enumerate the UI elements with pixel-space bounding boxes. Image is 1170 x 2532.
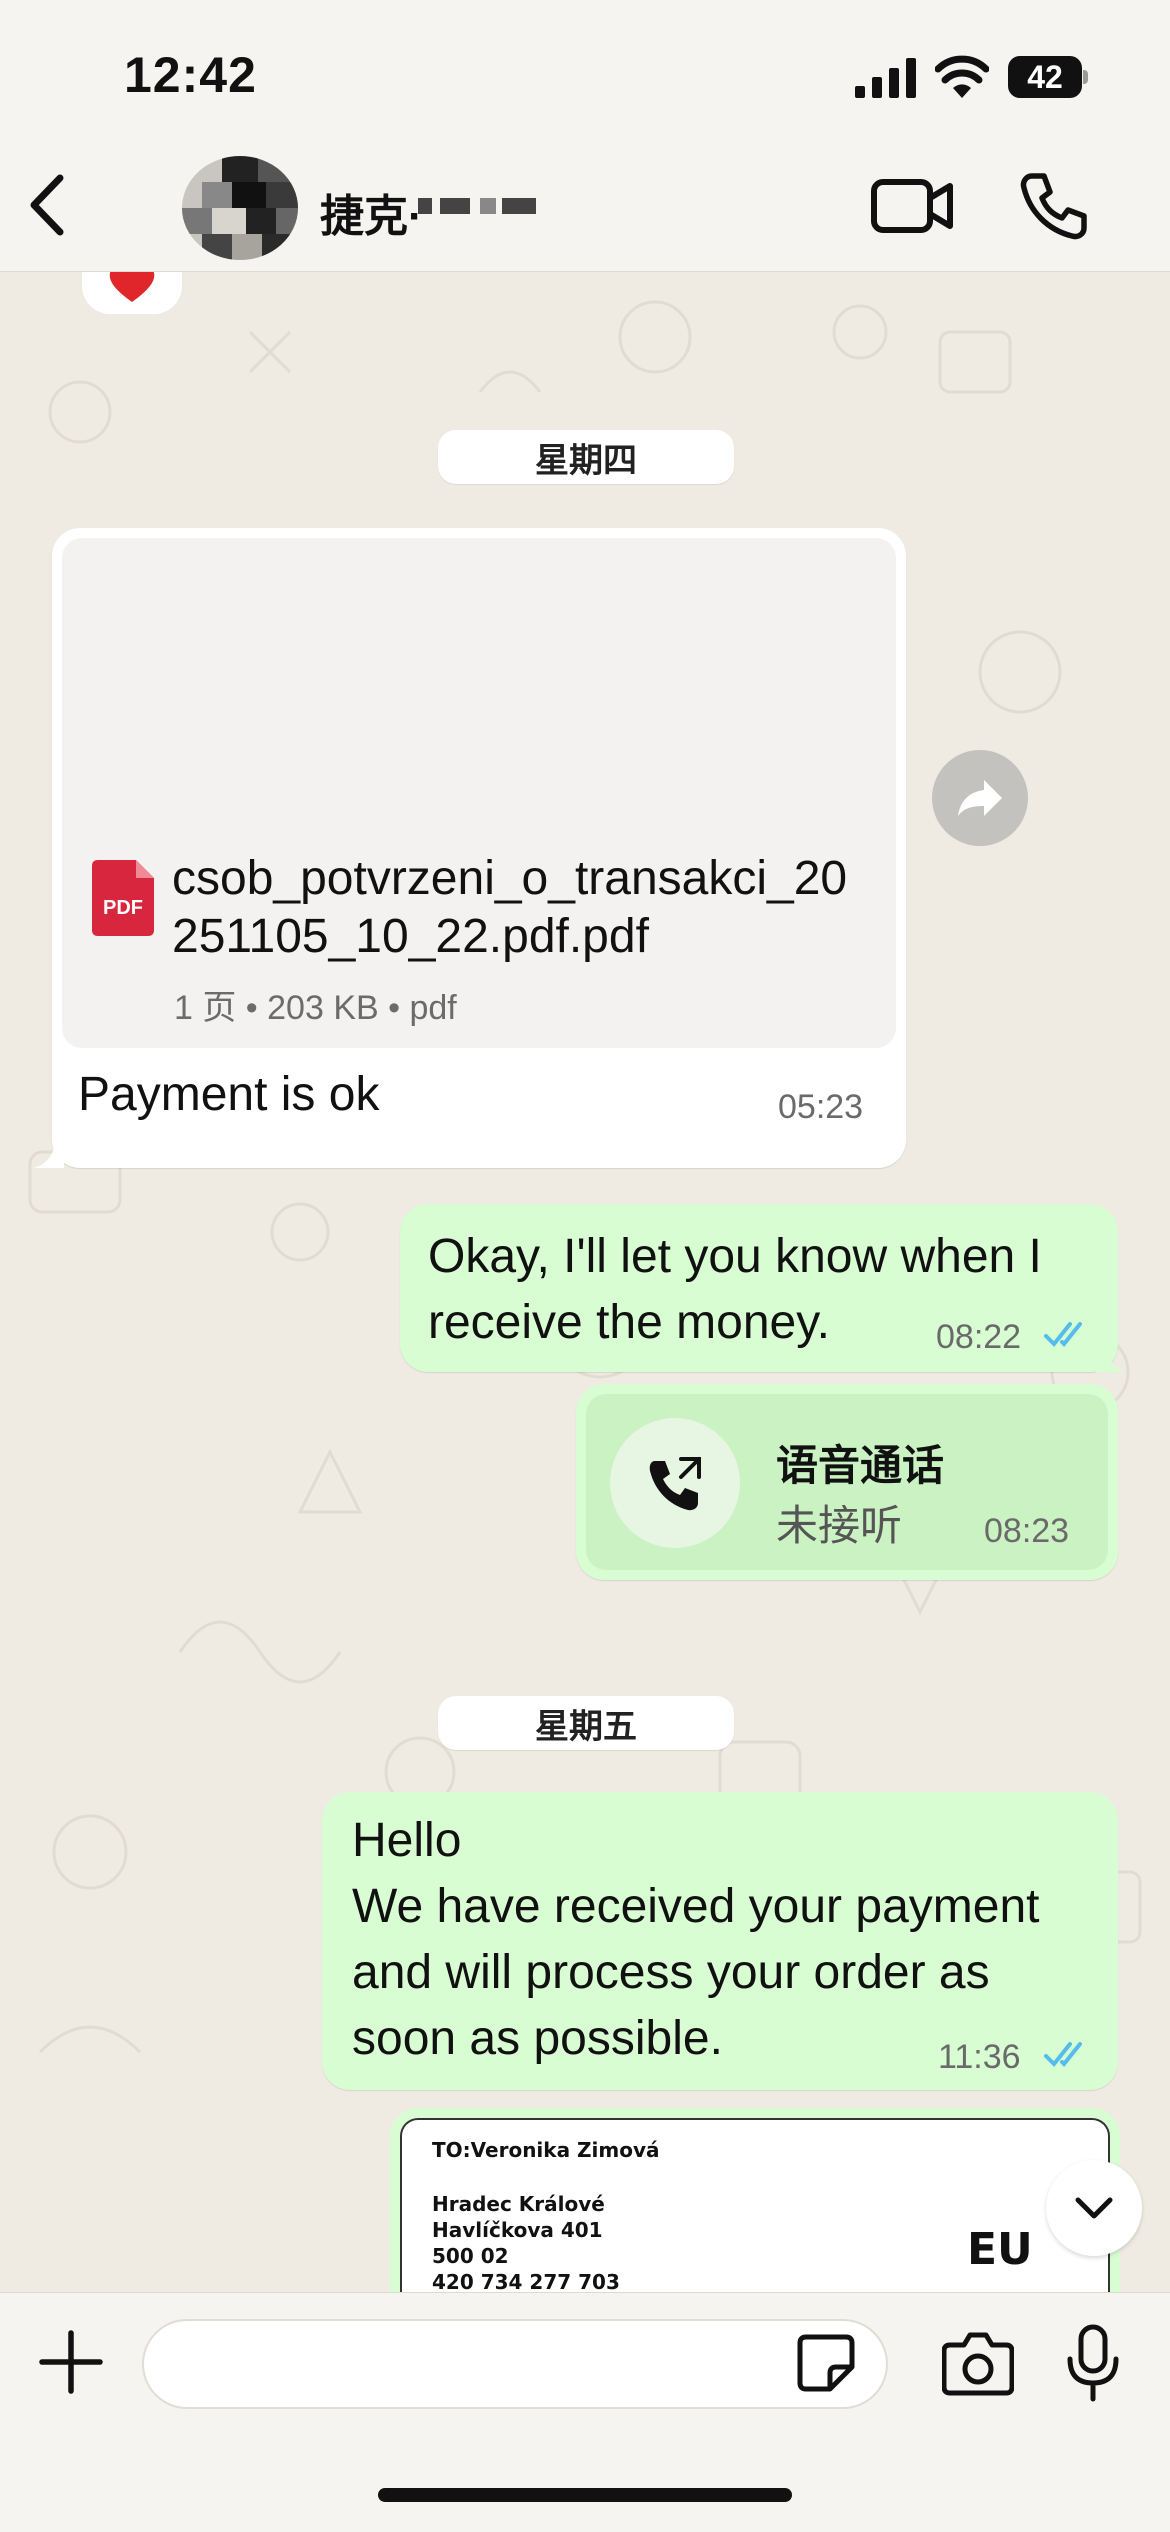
battery-indicator: 42: [1008, 56, 1088, 98]
call-message[interactable]: 语音通话 未接听 08:23: [576, 1384, 1118, 1580]
call-title: 语音通话: [776, 1442, 945, 1489]
call-card[interactable]: 语音通话 未接听 08:23: [586, 1394, 1108, 1570]
label-line: Hradec Králové: [432, 2192, 605, 2216]
read-ticks-icon: [1044, 1322, 1082, 1347]
redacted-name-mask: [418, 190, 538, 220]
microphone-icon[interactable]: [1066, 2323, 1120, 2403]
bubble-tail: [1096, 1342, 1126, 1372]
document-file-meta: 1 页 • 203 KB • pdf: [174, 989, 457, 1027]
chat-header: 捷克·: [0, 140, 1170, 272]
pdf-file-icon: PDF: [92, 860, 154, 936]
chat-area[interactable]: 星期四 PDF csob_potvrzeni_o_transakci_20251…: [0, 272, 1170, 2292]
date-divider-friday: 星期五: [438, 1696, 734, 1750]
outgoing-message[interactable]: Hello We have received your payment and …: [322, 1792, 1118, 2090]
home-indicator[interactable]: [378, 2488, 792, 2502]
sticker-icon[interactable]: [796, 2333, 856, 2393]
avatar[interactable]: [182, 156, 298, 260]
label-line: TO:Veronika Zimová: [432, 2138, 660, 2162]
camera-icon[interactable]: [942, 2329, 1014, 2397]
outgoing-message[interactable]: Okay, I'll let you know when I receive t…: [400, 1204, 1118, 1372]
document-message[interactable]: PDF csob_potvrzeni_o_transakci_20251105_…: [52, 528, 906, 1168]
outgoing-call-icon: [649, 1457, 701, 1511]
battery-cap: [1083, 70, 1088, 84]
message-caption: Payment is ok: [78, 1068, 380, 1121]
message-time: 08:23: [984, 1512, 1070, 1550]
chevron-down-icon: [1075, 2197, 1113, 2219]
label-line: 500 02: [432, 2244, 509, 2268]
phone-icon[interactable]: [1018, 170, 1090, 242]
document-preview[interactable]: PDF csob_potvrzeni_o_transakci_20251105_…: [62, 538, 896, 1048]
back-icon[interactable]: [18, 170, 78, 240]
message-time: 08:22: [936, 1318, 1022, 1356]
image-message[interactable]: TO:Veronika Zimová Hradec Králové Havlíč…: [390, 2108, 1120, 2292]
status-bar: 12:42 42: [0, 0, 1170, 150]
scroll-to-bottom-button[interactable]: [1046, 2160, 1142, 2256]
date-divider-thursday: 星期四: [438, 430, 734, 484]
message-greeting: Hello: [352, 1814, 462, 1867]
cellular-signal-icon: [855, 58, 916, 98]
svg-text:PDF: PDF: [103, 897, 143, 919]
forward-button[interactable]: [932, 750, 1028, 846]
call-status: 未接听: [776, 1502, 903, 1549]
contact-name[interactable]: 捷克·: [320, 180, 423, 244]
heart-emoji-icon: [109, 272, 155, 302]
label-badge: EU: [967, 2224, 1033, 2275]
message-time: 05:23: [778, 1088, 864, 1126]
forward-arrow-icon: [958, 780, 1002, 816]
battery-level: 42: [1008, 56, 1082, 98]
message-input[interactable]: [142, 2319, 888, 2409]
read-ticks-icon: [1044, 2042, 1082, 2067]
message-time: 11:36: [938, 2038, 1021, 2076]
document-file-name: csob_potvrzeni_o_transakci_20251105_10_2…: [172, 852, 848, 963]
label-line: 420 734 277 703: [432, 2270, 620, 2292]
video-call-icon[interactable]: [870, 168, 956, 244]
reaction-bubble[interactable]: [82, 272, 182, 314]
wifi-icon: [935, 55, 989, 98]
label-line: Havlíčkova 401: [432, 2218, 603, 2242]
plus-icon[interactable]: [36, 2327, 106, 2397]
missed-call-icon-circle: [610, 1418, 740, 1548]
shipping-label-image[interactable]: TO:Veronika Zimová Hradec Králové Havlíč…: [400, 2118, 1110, 2292]
bubble-tail: [34, 1138, 64, 1168]
status-time: 12:42: [124, 47, 257, 103]
